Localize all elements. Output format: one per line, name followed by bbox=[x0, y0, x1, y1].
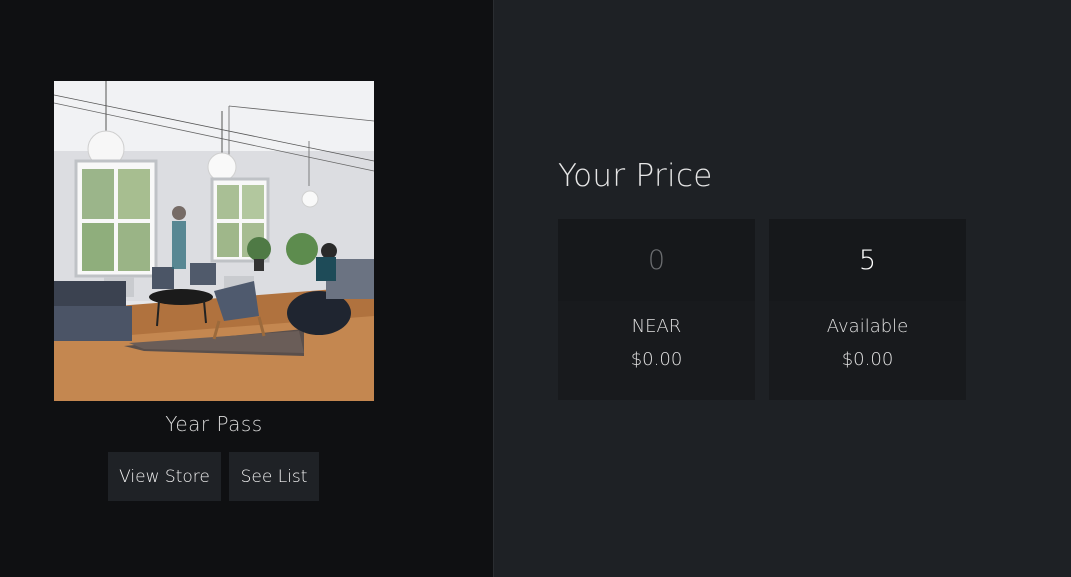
view-store-button[interactable]: View Store bbox=[108, 452, 221, 501]
see-list-button[interactable]: See List bbox=[229, 452, 319, 501]
product-panel: Year Pass View Store See List bbox=[0, 0, 493, 577]
available-label: Available bbox=[826, 316, 909, 337]
near-quantity-value[interactable]: 0 bbox=[558, 219, 755, 301]
near-amount: $0.00 bbox=[630, 349, 683, 370]
available-amount: $0.00 bbox=[841, 349, 894, 370]
product-image bbox=[54, 81, 374, 401]
near-label: NEAR bbox=[631, 316, 682, 337]
near-price-card: 0 NEAR $0.00 bbox=[558, 219, 755, 400]
product-title: Year Pass bbox=[165, 412, 263, 436]
price-panel: Your Price 0 NEAR $0.00 5 Available $0.0… bbox=[494, 0, 1071, 577]
price-heading: Your Price bbox=[558, 158, 713, 194]
office-lounge-illustration bbox=[54, 81, 374, 401]
app-root: Year Pass View Store See List Your Price… bbox=[0, 0, 1071, 577]
available-quantity-value[interactable]: 5 bbox=[769, 219, 966, 301]
available-price-card: 5 Available $0.00 bbox=[769, 219, 966, 400]
